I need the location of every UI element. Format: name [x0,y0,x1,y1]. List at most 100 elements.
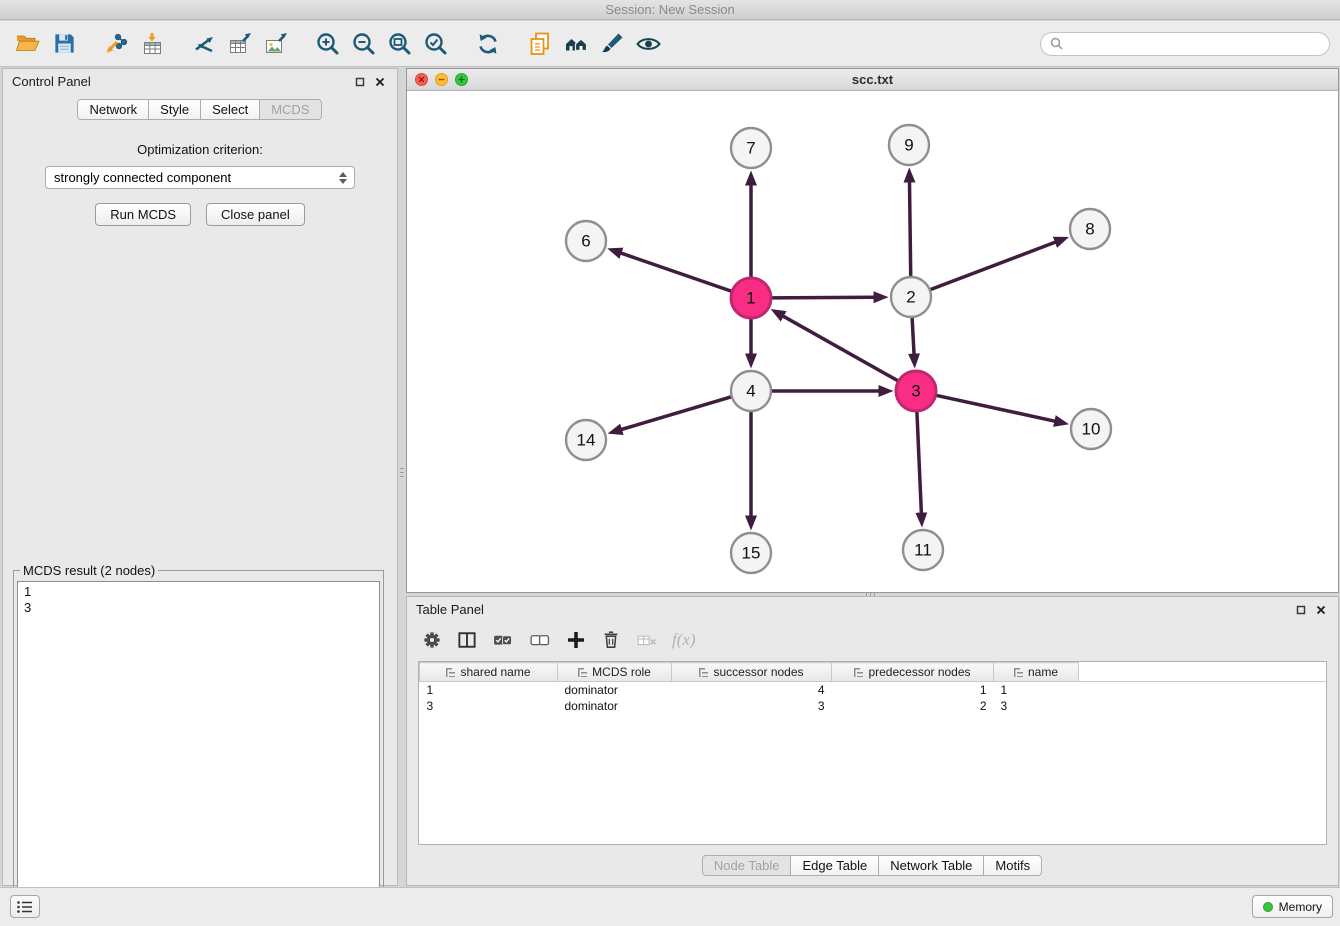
criterion-dropdown[interactable]: strongly connected component [45,166,355,189]
main-toolbar [0,21,1340,67]
tab-select[interactable]: Select [200,99,260,120]
column-header-shared-name[interactable]: shared name [420,663,558,682]
delete-table-icon[interactable] [635,629,659,651]
tab-mcds[interactable]: MCDS [259,99,321,120]
table-cell[interactable]: 2 [832,698,994,714]
column-layout-icon[interactable] [456,629,478,651]
edge-3-10[interactable] [937,395,1055,421]
edge-1-2[interactable] [772,297,874,298]
tab-edge-table[interactable]: Edge Table [790,855,879,876]
show-graphics-details-button[interactable] [630,25,666,63]
close-window-icon[interactable] [415,73,428,86]
add-column-icon[interactable] [565,629,587,651]
table-row[interactable]: 1dominator411 [420,682,1327,698]
network-arrows-icon [191,31,217,57]
column-type-icon [446,668,455,677]
import-table-button[interactable] [134,25,170,63]
show-panels-button[interactable] [10,895,40,918]
app-title: Session: New Session [605,2,734,17]
tab-network-table[interactable]: Network Table [878,855,984,876]
select-all-columns-icon[interactable] [491,629,515,651]
table-cell[interactable]: 3 [672,698,832,714]
memory-button[interactable]: Memory [1252,895,1333,918]
network-window-titlebar[interactable]: scc.txt [407,69,1338,91]
edge-2-8[interactable] [931,242,1056,289]
float-panel-icon[interactable] [1293,602,1309,618]
column-type-icon [1014,668,1023,677]
close-panel-button[interactable]: Close panel [206,203,305,226]
clone-network-button[interactable] [522,25,558,63]
zoom-out-icon [351,31,377,57]
zoom-in-button[interactable] [310,25,346,63]
paint-brush-icon [599,31,625,57]
open-file-button[interactable] [10,25,46,63]
table-cell[interactable]: 3 [420,698,558,714]
open-folder-icon [15,31,41,57]
home-views-button[interactable] [558,25,594,63]
dropdown-arrows-icon [336,172,350,184]
table-cell[interactable]: 1 [994,682,1079,698]
network-canvas-area[interactable]: 7968124314101511 [407,91,1338,592]
minimize-window-icon[interactable] [435,73,448,86]
table-cell[interactable]: 4 [672,682,832,698]
column-header-MCDS-role[interactable]: MCDS role [558,663,672,682]
save-session-button[interactable] [46,25,82,63]
table-cell[interactable]: dominator [558,682,672,698]
function-builder-icon[interactable]: f(x) [672,630,696,650]
node-label-15: 15 [742,544,761,563]
apply-style-button[interactable] [594,25,630,63]
edge-2-3[interactable] [912,318,914,354]
edge-2-9[interactable] [909,182,910,276]
table-panel: Table Panel [406,596,1339,886]
node-label-1: 1 [746,289,755,308]
tab-style[interactable]: Style [148,99,201,120]
edge-3-11[interactable] [917,412,921,513]
memory-status-icon [1263,902,1273,912]
table-cell[interactable]: 3 [994,698,1079,714]
network-tools-button[interactable] [186,25,222,63]
table-cell[interactable]: 1 [832,682,994,698]
list-icon [17,901,33,913]
run-mcds-button[interactable]: Run MCDS [95,203,191,226]
table-cell[interactable]: dominator [558,698,672,714]
export-table-button[interactable] [222,25,258,63]
delete-column-icon[interactable] [600,629,622,651]
maximize-window-icon[interactable] [455,73,468,86]
table-row[interactable]: 3dominator323 [420,698,1327,714]
vertical-splitter[interactable] [399,68,405,586]
column-label: MCDS role [592,665,651,679]
search-box[interactable] [1040,32,1330,56]
column-header-name[interactable]: name [994,663,1079,682]
splitter-grip[interactable] [400,466,404,480]
copy-documents-icon [527,31,553,57]
edge-1-6[interactable] [621,253,731,291]
zoom-selected-button[interactable] [418,25,454,63]
column-label: predecessor nodes [868,665,970,679]
table-cell[interactable]: 1 [420,682,558,698]
column-header-successor-nodes[interactable]: successor nodes [672,663,832,682]
edge-3-1[interactable] [783,316,897,381]
network-graph[interactable]: 7968124314101511 [407,91,1338,592]
close-panel-icon[interactable] [1313,602,1329,618]
export-image-button[interactable] [258,25,294,63]
node-label-10: 10 [1082,420,1101,439]
column-header-predecessor-nodes[interactable]: predecessor nodes [832,663,994,682]
edge-4-14[interactable] [621,397,730,429]
table-panel-tabs: Node TableEdge TableNetwork TableMotifs [407,855,1338,876]
tab-network[interactable]: Network [77,99,149,120]
table-cell-empty [1079,682,1327,698]
app-titlebar: Session: New Session [0,0,1340,20]
mcds-result-list[interactable]: 13 [17,581,380,889]
search-input[interactable] [1068,36,1320,51]
zoom-fit-button[interactable] [382,25,418,63]
close-panel-icon[interactable] [372,74,388,90]
deselect-all-columns-icon[interactable] [528,629,552,651]
refresh-view-button[interactable] [470,25,506,63]
import-network-button[interactable] [98,25,134,63]
zoom-out-button[interactable] [346,25,382,63]
table-header-row: shared name MCDS role successor nodes prede… [420,663,1327,682]
float-panel-icon[interactable] [352,74,368,90]
settings-gear-icon[interactable] [421,629,443,651]
tab-motifs[interactable]: Motifs [983,855,1042,876]
tab-node-table[interactable]: Node Table [702,855,792,876]
